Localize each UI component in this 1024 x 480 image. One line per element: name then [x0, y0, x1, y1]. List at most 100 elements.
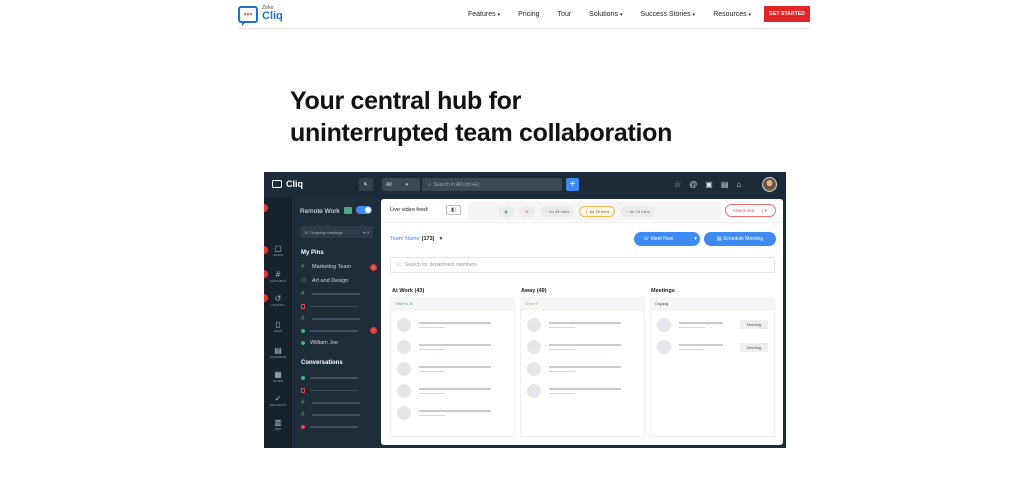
- lunch-icon: ◓: [545, 208, 548, 214]
- meeting-tag: Meeting: [740, 320, 768, 329]
- pin-item[interactable]: #: [301, 291, 360, 297]
- close-icon[interactable]: ▾ ✕: [364, 230, 370, 235]
- member-search-input[interactable]: ⌕ Search for department members: [390, 257, 775, 273]
- avatar: [527, 318, 541, 332]
- new-button[interactable]: +: [566, 178, 579, 191]
- workspace-name[interactable]: Remote Work: [300, 208, 340, 215]
- member-row[interactable]: [397, 318, 491, 332]
- caret-down-icon: ▼: [693, 236, 699, 242]
- status-lunch[interactable]: ◓ for 40 mins: [540, 205, 575, 217]
- phone-icon: ☏: [643, 236, 651, 242]
- main-content: Live video feed: ◧ ▣ ⊕ ◓ for 40 mins ◕ for…: [381, 199, 783, 445]
- status-coffee[interactable]: ◕ for 15 mins: [579, 205, 616, 217]
- star-icon[interactable]: ☆: [674, 180, 681, 189]
- pin-marketing-team[interactable]: # Marketing Team: [301, 264, 351, 270]
- avatar: [397, 340, 411, 354]
- conversation-item[interactable]: [301, 388, 358, 393]
- chat-icon: ▢: [274, 244, 282, 253]
- away-icon: ◔: [625, 208, 628, 214]
- member-row[interactable]: [397, 362, 491, 376]
- pin-item[interactable]: [301, 304, 358, 309]
- hero-title: Your central hub for uninterrupted team c…: [290, 87, 673, 147]
- ongoing-meetings-select[interactable]: ☏ Ongoing meetings ▾ ✕: [300, 226, 373, 238]
- chevron-down-icon: ▾: [497, 11, 501, 18]
- remote-work-toggle[interactable]: [356, 206, 372, 214]
- pin-item[interactable]: [301, 329, 358, 333]
- avatar: [527, 340, 541, 354]
- conversation-item[interactable]: #: [301, 412, 360, 418]
- calendar-icon: ▤: [274, 346, 282, 355]
- status-busy[interactable]: ⊕: [519, 205, 535, 217]
- at-work-column: Office to 30: [390, 297, 515, 437]
- rail-notes[interactable]: ▦ NOTES: [264, 370, 292, 383]
- chevron-down-icon: ▾: [405, 181, 409, 188]
- pin-art-and-design[interactable]: ⚇ Art and Design: [301, 277, 348, 285]
- meetings-heading: Meetings: [651, 288, 675, 294]
- member-row[interactable]: [397, 406, 491, 420]
- nav-solutions[interactable]: Solutions ▾: [589, 11, 622, 18]
- unread-badge: 7: [370, 327, 377, 334]
- nav-success-stories[interactable]: Success Stories ▾: [640, 11, 695, 18]
- rail-org[interactable]: ▥ ORG: [264, 418, 292, 431]
- camera-icon[interactable]: ◧: [446, 205, 461, 215]
- store-icon[interactable]: ⌂: [736, 180, 741, 189]
- meeting-row[interactable]: [657, 340, 723, 354]
- app-search-input[interactable]: ⌕ Search in All (ctrl+E): [422, 178, 562, 191]
- app-logo: Cliq: [272, 179, 303, 189]
- nav-resources[interactable]: Resources ▾: [713, 11, 751, 18]
- online-status-icon: [301, 329, 305, 333]
- team-icon: ⚇: [301, 278, 307, 284]
- rail-projects[interactable]: ✓ PROJECTS: [264, 394, 292, 407]
- offline-status-icon: [301, 425, 305, 429]
- member-row[interactable]: [397, 340, 491, 354]
- at-work-subheading: Office to 30: [395, 302, 413, 306]
- member-row[interactable]: [527, 318, 621, 332]
- meeting-row[interactable]: [657, 318, 723, 332]
- meet-now-button[interactable]: ☏ Meet Now ▼: [634, 232, 700, 246]
- member-row[interactable]: [527, 340, 621, 354]
- member-row[interactable]: [527, 384, 621, 398]
- pin-william-joe[interactable]: William Joe: [301, 340, 338, 346]
- search-icon: ⌕: [428, 181, 431, 188]
- chat-bubble-icon: [272, 180, 282, 188]
- mention-icon[interactable]: @: [689, 180, 697, 189]
- pin-item[interactable]: #: [301, 316, 360, 322]
- rail-channels[interactable]: # CHANNELS: [264, 270, 292, 283]
- channel-panel: Remote Work ☏ Ongoing meetings ▾ ✕ My Pin…: [292, 198, 381, 448]
- rail-history[interactable]: ↺ HISTORY: [264, 294, 292, 307]
- nav-features[interactable]: Features ▾: [468, 11, 500, 18]
- conversations-heading: Conversations: [301, 360, 343, 366]
- zoho-cliq-logo[interactable]: Zoho Cliq: [238, 5, 283, 26]
- avatar: [397, 384, 411, 398]
- status-screen[interactable]: ▣: [498, 205, 514, 217]
- away-column: Leave 9: [520, 297, 645, 437]
- contacts-icon[interactable]: ▣: [705, 180, 713, 189]
- avatar: [527, 384, 541, 398]
- top-navigation: Zoho Cliq Features ▾ Pricing Tour Solutio…: [238, 0, 810, 28]
- member-row[interactable]: [527, 362, 621, 376]
- meetings-subheading: Ongoing: [655, 302, 669, 306]
- calendar-icon[interactable]: ▤: [721, 180, 729, 189]
- schedule-meeting-button[interactable]: ▤ Schedule Meeting: [704, 232, 776, 246]
- chevron-down-icon: ▾: [692, 11, 696, 18]
- speaker-mute-icon[interactable]: 🔇︎: [359, 178, 373, 191]
- user-avatar[interactable]: [762, 177, 777, 192]
- get-started-button[interactable]: GET STARTED: [764, 6, 810, 22]
- away-subheading: Leave 9: [525, 302, 538, 306]
- conversation-item[interactable]: [301, 425, 358, 429]
- conversation-item[interactable]: #: [301, 400, 360, 406]
- rail-calendar[interactable]: ▤ CALENDAR: [264, 346, 292, 359]
- nav-tour[interactable]: Tour: [558, 11, 572, 18]
- nav-pricing[interactable]: Pricing: [518, 11, 539, 18]
- my-pins-heading: My Pins: [301, 250, 324, 256]
- check-out-button[interactable]: Check Out | ▾: [725, 204, 776, 217]
- meetings-column: Ongoing Meeting Meeting: [650, 297, 775, 437]
- search-scope-select[interactable]: All ▾: [382, 178, 420, 191]
- status-away[interactable]: ◔ for 15 mins: [620, 205, 655, 217]
- team-selector[interactable]: Team Name (173) ▼: [390, 236, 443, 242]
- screen-icon[interactable]: [344, 206, 352, 214]
- member-row[interactable]: [397, 384, 491, 398]
- conversation-item[interactable]: [301, 376, 358, 380]
- rail-chats[interactable]: ▢ CHATS: [264, 244, 292, 257]
- rail-files[interactable]: ▯ FILES: [264, 320, 292, 333]
